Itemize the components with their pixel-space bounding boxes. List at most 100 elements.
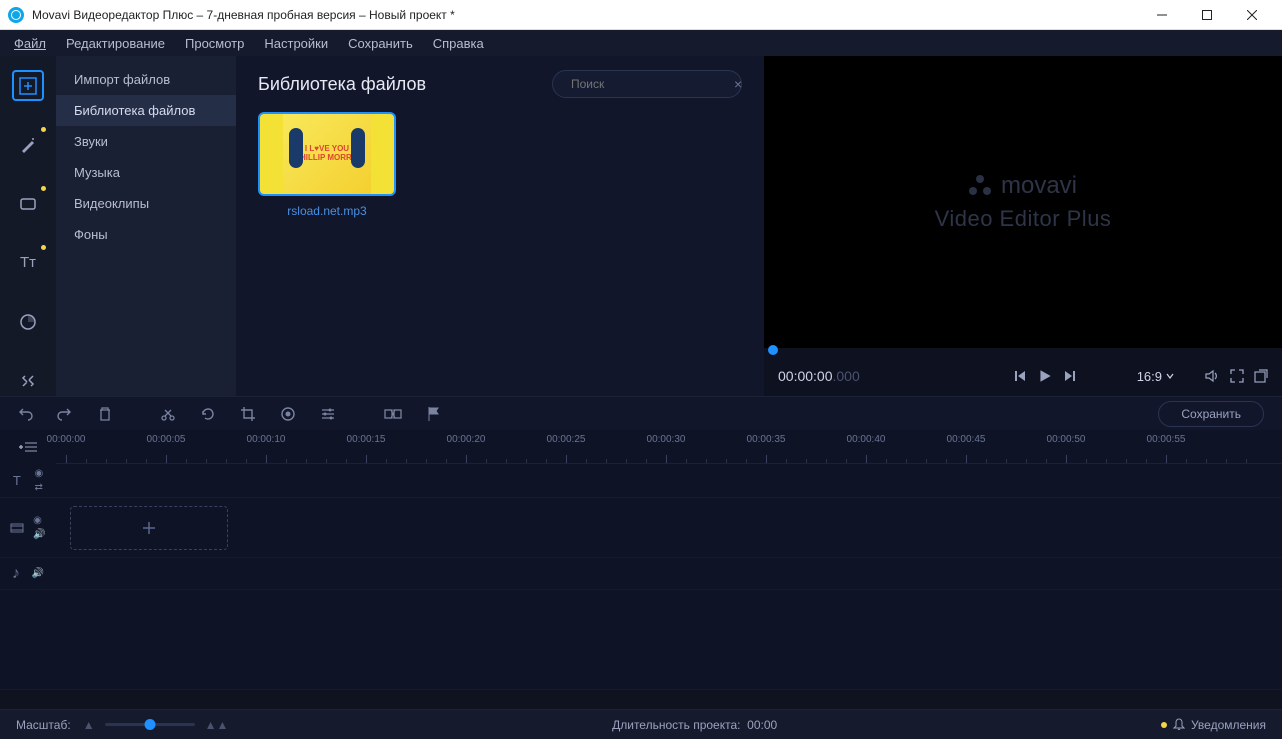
scrubber[interactable] bbox=[764, 348, 1282, 356]
sidebar-item-library[interactable]: Библиотека файлов bbox=[56, 95, 236, 126]
brand-name: movavi bbox=[1001, 172, 1077, 200]
title-track-icon: T bbox=[13, 473, 21, 488]
ruler-label: 00:00:35 bbox=[747, 434, 786, 445]
ruler-label: 00:00:30 bbox=[647, 434, 686, 445]
movavi-logo-icon bbox=[969, 175, 991, 197]
preview-controls: 00:00:00.000 16:9 bbox=[764, 356, 1282, 396]
duration-label: Длительность проекта: 00:00 bbox=[612, 718, 777, 732]
delete-button[interactable] bbox=[98, 406, 112, 422]
track-video: ◉🔊 bbox=[0, 498, 1282, 558]
undo-button[interactable] bbox=[18, 406, 34, 422]
clip-label: rsload.net.mp3 bbox=[287, 204, 366, 218]
ruler-label: 00:00:00 bbox=[47, 434, 86, 445]
zoom-in-icon[interactable]: ▲▲ bbox=[205, 718, 229, 732]
timeline-ruler-row: 00:00:00 00:00:05 00:00:10 00:00:15 00:00:20… bbox=[0, 430, 1282, 464]
properties-button[interactable] bbox=[320, 406, 336, 422]
notification-dot-icon bbox=[41, 186, 46, 191]
rail-titles[interactable]: Tᴛ bbox=[12, 247, 44, 278]
crop-button[interactable] bbox=[240, 406, 256, 422]
redo-button[interactable] bbox=[56, 406, 72, 422]
menu-file[interactable]: Файл bbox=[14, 36, 46, 51]
app-logo-icon bbox=[8, 7, 24, 23]
music-track-icon: ♪ bbox=[12, 565, 20, 583]
ruler-label: 00:00:15 bbox=[347, 434, 386, 445]
visibility-icon[interactable]: ◉ bbox=[34, 468, 43, 479]
titlebar: Movavi Видеоредактор Плюс – 7-дневная пр… bbox=[0, 0, 1282, 30]
track-content[interactable] bbox=[56, 558, 1282, 589]
rail-import[interactable] bbox=[12, 70, 44, 101]
scrubber-thumb[interactable] bbox=[768, 345, 778, 355]
track-content[interactable] bbox=[56, 498, 1282, 557]
transition-button[interactable] bbox=[384, 407, 402, 421]
ruler-label: 00:00:55 bbox=[1147, 434, 1186, 445]
library-title: Библиотека файлов bbox=[258, 74, 426, 95]
ruler-label: 00:00:25 bbox=[547, 434, 586, 445]
visibility-icon[interactable]: ◉ bbox=[33, 515, 45, 526]
track-audio: ♪ 🔊 bbox=[0, 558, 1282, 590]
timeline-ruler[interactable]: 00:00:0000:00:0500:00:1000:00:1500:00:20… bbox=[56, 430, 1282, 464]
zoom-label: Масштаб: bbox=[16, 718, 71, 732]
volume-button[interactable] bbox=[1204, 368, 1220, 384]
window-title: Movavi Видеоредактор Плюс – 7-дневная пр… bbox=[32, 8, 1139, 22]
audio-icon[interactable]: 🔊 bbox=[32, 568, 44, 579]
ruler-label: 00:00:10 bbox=[247, 434, 286, 445]
menu-help[interactable]: Справка bbox=[433, 36, 484, 51]
aspect-ratio-button[interactable]: 16:9 bbox=[1137, 369, 1174, 384]
rail-stickers[interactable] bbox=[12, 306, 44, 337]
menu-save[interactable]: Сохранить bbox=[348, 36, 413, 51]
next-frame-button[interactable] bbox=[1063, 369, 1077, 383]
rail-tools[interactable] bbox=[12, 365, 44, 396]
timeline-toolbar: Сохранить bbox=[0, 396, 1282, 430]
search-field[interactable]: × bbox=[552, 70, 742, 98]
play-button[interactable] bbox=[1037, 368, 1053, 384]
ruler-label: 00:00:05 bbox=[147, 434, 186, 445]
notifications-button[interactable]: Уведомления bbox=[1161, 718, 1266, 732]
rail-magic[interactable] bbox=[12, 129, 44, 160]
library-panel: Библиотека файлов × I L♥VE YOUPHILLIP MO… bbox=[236, 56, 764, 396]
maximize-button[interactable] bbox=[1184, 0, 1229, 30]
notification-dot-icon bbox=[41, 245, 46, 250]
statusbar: Масштаб: ▲ ▲▲ Длительность проекта: 00:0… bbox=[0, 709, 1282, 739]
marker-button[interactable] bbox=[426, 406, 440, 422]
library-clip[interactable]: I L♥VE YOUPHILLIP MORRIS rsload.net.mp3 bbox=[258, 112, 396, 218]
clear-search-icon[interactable]: × bbox=[734, 76, 742, 92]
timecode: 00:00:00.000 bbox=[778, 368, 860, 384]
sidebar-item-music[interactable]: Музыка bbox=[56, 157, 236, 188]
rail-filters[interactable] bbox=[12, 188, 44, 219]
menu-settings[interactable]: Настройки bbox=[264, 36, 328, 51]
search-input[interactable] bbox=[571, 77, 726, 91]
ruler-label: 00:00:20 bbox=[447, 434, 486, 445]
zoom-slider[interactable]: ▲ ▲▲ bbox=[83, 718, 229, 732]
zoom-out-icon[interactable]: ▲ bbox=[83, 718, 95, 732]
rotate-button[interactable] bbox=[200, 406, 216, 422]
bell-icon bbox=[1173, 718, 1185, 732]
notification-dot-icon bbox=[41, 127, 46, 132]
audio-icon[interactable]: 🔊 bbox=[33, 529, 45, 540]
slider-track[interactable] bbox=[105, 723, 195, 726]
track-content[interactable] bbox=[56, 464, 1282, 497]
split-button[interactable] bbox=[160, 406, 176, 422]
menubar: Файл Редактирование Просмотр Настройки С… bbox=[0, 30, 1282, 56]
sidebar-item-sounds[interactable]: Звуки bbox=[56, 126, 236, 157]
clip-thumbnail[interactable]: I L♥VE YOUPHILLIP MORRIS bbox=[258, 112, 396, 196]
color-button[interactable] bbox=[280, 406, 296, 422]
sidebar-item-videoclips[interactable]: Видеоклипы bbox=[56, 188, 236, 219]
preview-panel: movavi Video Editor Plus 00:00:00.000 16… bbox=[764, 56, 1282, 396]
track-empty bbox=[0, 590, 1282, 690]
menu-edit[interactable]: Редактирование bbox=[66, 36, 165, 51]
minimize-button[interactable] bbox=[1139, 0, 1184, 30]
slider-thumb[interactable] bbox=[144, 719, 155, 730]
fullscreen-button[interactable] bbox=[1230, 369, 1244, 383]
close-button[interactable] bbox=[1229, 0, 1274, 30]
add-track-button[interactable] bbox=[19, 440, 37, 454]
add-clip-placeholder[interactable] bbox=[70, 506, 228, 550]
sidebar-item-backgrounds[interactable]: Фоны bbox=[56, 219, 236, 250]
preview-canvas[interactable]: movavi Video Editor Plus bbox=[764, 56, 1282, 348]
link-icon[interactable]: ⇄ bbox=[34, 482, 43, 493]
timeline-save-button[interactable]: Сохранить bbox=[1158, 401, 1264, 427]
brand-subtitle: Video Editor Plus bbox=[935, 206, 1112, 232]
sidebar-item-import[interactable]: Импорт файлов bbox=[56, 64, 236, 95]
prev-frame-button[interactable] bbox=[1013, 369, 1027, 383]
popout-button[interactable] bbox=[1254, 369, 1268, 383]
menu-view[interactable]: Просмотр bbox=[185, 36, 244, 51]
